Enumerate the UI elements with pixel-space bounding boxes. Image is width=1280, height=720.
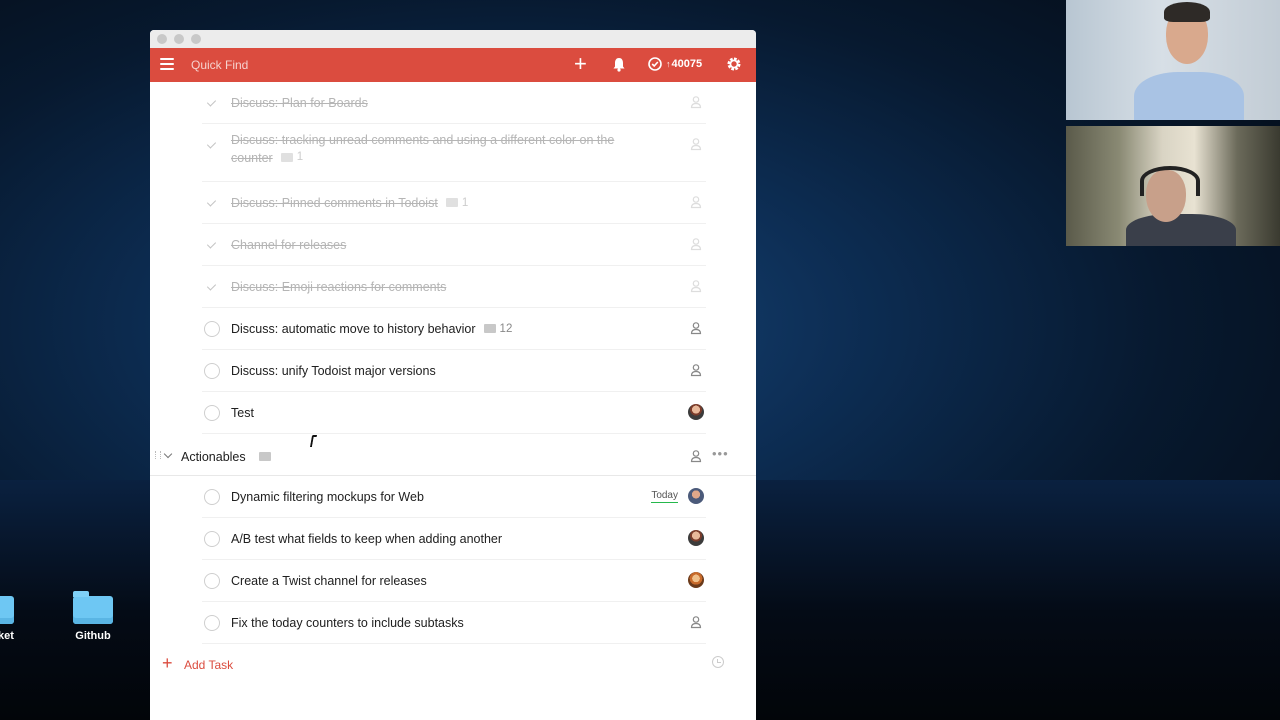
gear-icon[interactable] bbox=[726, 56, 742, 72]
desktop-icon-github[interactable]: Github bbox=[70, 591, 116, 642]
task-checkbox[interactable] bbox=[204, 279, 220, 295]
task-checkbox[interactable] bbox=[204, 531, 220, 547]
task-checkbox[interactable] bbox=[204, 405, 220, 421]
task-content: Discuss: automatic move to history behav… bbox=[231, 322, 512, 336]
plus-icon: + bbox=[162, 653, 173, 673]
karma-indicator[interactable]: ↑ 40075 bbox=[648, 57, 702, 71]
video-tile-participant-2 bbox=[1066, 126, 1280, 246]
task-item[interactable]: Discuss: tracking unread comments and us… bbox=[202, 124, 706, 182]
participant-body bbox=[1134, 72, 1244, 120]
task-checkbox[interactable] bbox=[204, 489, 220, 505]
task-content: A/B test what fields to keep when adding… bbox=[231, 532, 503, 546]
task-content: Dynamic filtering mockups for Web bbox=[231, 490, 424, 504]
section-title[interactable]: Actionables bbox=[181, 450, 246, 464]
task-item[interactable]: Discuss: unify Todoist major versions bbox=[202, 350, 706, 392]
assign-icon[interactable] bbox=[690, 615, 704, 629]
add-task-button[interactable]: + Add Task bbox=[162, 653, 234, 673]
chevron-down-icon[interactable] bbox=[163, 449, 173, 459]
comment-count[interactable]: 12 bbox=[483, 322, 513, 335]
window-titlebar bbox=[150, 30, 756, 48]
comment-count-value: 12 bbox=[499, 322, 513, 335]
add-task-plus-icon[interactable]: + bbox=[574, 52, 587, 76]
assign-icon[interactable] bbox=[690, 137, 704, 151]
assign-icon[interactable] bbox=[690, 237, 704, 251]
task-item[interactable]: Test bbox=[202, 392, 706, 434]
task-checkbox[interactable] bbox=[204, 195, 220, 211]
karma-up-arrow: ↑ bbox=[666, 59, 671, 69]
video-tile-participant-1 bbox=[1066, 0, 1280, 120]
task-checkbox[interactable] bbox=[204, 363, 220, 379]
task-content-text: Discuss: automatic move to history behav… bbox=[231, 322, 476, 336]
comment-count[interactable]: 1 bbox=[445, 196, 469, 209]
desktop-icon-label: ket bbox=[0, 630, 14, 642]
assign-icon[interactable] bbox=[690, 321, 704, 335]
desktop-icon-partial[interactable]: ket bbox=[0, 596, 18, 642]
task-content: Discuss: Emoji reactions for comments bbox=[231, 280, 447, 294]
drag-handle-icon[interactable] bbox=[155, 451, 161, 459]
task-content: Discuss: tracking unread comments and us… bbox=[231, 132, 641, 167]
task-item[interactable]: Fix the today counters to include subtas… bbox=[202, 602, 706, 644]
quick-find-input[interactable]: Quick Find bbox=[191, 58, 248, 72]
task-content: Discuss: Pinned comments in Todoist 1 bbox=[231, 196, 468, 210]
comment-icon bbox=[280, 153, 293, 162]
comment-count-value: 1 bbox=[461, 196, 469, 209]
task-checkbox[interactable] bbox=[204, 615, 220, 631]
assignee-avatar[interactable] bbox=[688, 404, 704, 420]
assign-icon[interactable] bbox=[690, 449, 704, 463]
folder-icon bbox=[73, 591, 113, 624]
task-item[interactable]: Discuss: Emoji reactions for comments bbox=[202, 266, 706, 308]
participant-headphones bbox=[1140, 166, 1200, 196]
task-checkbox[interactable] bbox=[204, 95, 220, 111]
task-item[interactable]: Dynamic filtering mockups for Web Today bbox=[202, 476, 706, 518]
bell-icon[interactable] bbox=[612, 57, 626, 72]
top-bar: Quick Find + ↑ 40075 bbox=[150, 48, 756, 82]
task-content: Discuss: unify Todoist major versions bbox=[231, 364, 436, 378]
task-content: Fix the today counters to include subtas… bbox=[231, 616, 464, 630]
task-content-text: Discuss: Pinned comments in Todoist bbox=[231, 196, 438, 210]
desktop-icon-label: Github bbox=[75, 630, 111, 642]
section-header[interactable]: Actionables ••• bbox=[150, 436, 756, 476]
task-checkbox[interactable] bbox=[204, 137, 220, 153]
karma-points: 40075 bbox=[671, 58, 703, 70]
assign-icon[interactable] bbox=[690, 363, 704, 377]
assignee-avatar[interactable] bbox=[688, 572, 704, 588]
todoist-window: Quick Find + ↑ 40075 Discuss: Plan for B… bbox=[150, 30, 756, 720]
karma-icon bbox=[648, 57, 662, 71]
assign-icon[interactable] bbox=[690, 195, 704, 209]
task-item[interactable]: A/B test what fields to keep when adding… bbox=[202, 518, 706, 560]
comment-icon bbox=[445, 198, 458, 207]
participant-body bbox=[1126, 214, 1236, 246]
assignee-avatar[interactable] bbox=[688, 488, 704, 504]
task-item[interactable]: Discuss: Plan for Boards bbox=[202, 82, 706, 124]
zoom-window-button[interactable] bbox=[191, 34, 201, 44]
minimize-window-button[interactable] bbox=[174, 34, 184, 44]
task-item[interactable]: Discuss: automatic move to history behav… bbox=[202, 308, 706, 350]
comment-icon[interactable] bbox=[259, 452, 271, 461]
task-content: Discuss: Plan for Boards bbox=[231, 96, 368, 110]
add-task-label: Add Task bbox=[184, 658, 234, 672]
close-window-button[interactable] bbox=[157, 34, 167, 44]
comment-count-value: 1 bbox=[296, 151, 304, 163]
task-item[interactable]: Channel for releases bbox=[202, 224, 706, 266]
comment-icon bbox=[483, 324, 496, 333]
task-content: Channel for releases bbox=[231, 238, 347, 252]
due-date-label[interactable]: Today bbox=[651, 490, 678, 503]
task-content: Create a Twist channel for releases bbox=[231, 574, 427, 588]
participant-hair bbox=[1164, 2, 1210, 22]
task-item[interactable]: Create a Twist channel for releases bbox=[202, 560, 706, 602]
history-icon[interactable] bbox=[712, 656, 724, 668]
folder-icon bbox=[0, 596, 14, 624]
task-item[interactable]: Discuss: Pinned comments in Todoist 1 bbox=[202, 182, 706, 224]
task-content: Test bbox=[231, 406, 254, 420]
assign-icon[interactable] bbox=[690, 279, 704, 293]
more-options-icon[interactable]: ••• bbox=[712, 446, 729, 461]
task-checkbox[interactable] bbox=[204, 237, 220, 253]
assignee-avatar[interactable] bbox=[688, 530, 704, 546]
task-checkbox[interactable] bbox=[204, 573, 220, 589]
menu-icon[interactable] bbox=[160, 58, 174, 70]
comment-count[interactable]: 1 bbox=[280, 149, 304, 166]
assign-icon[interactable] bbox=[690, 95, 704, 109]
task-checkbox[interactable] bbox=[204, 321, 220, 337]
